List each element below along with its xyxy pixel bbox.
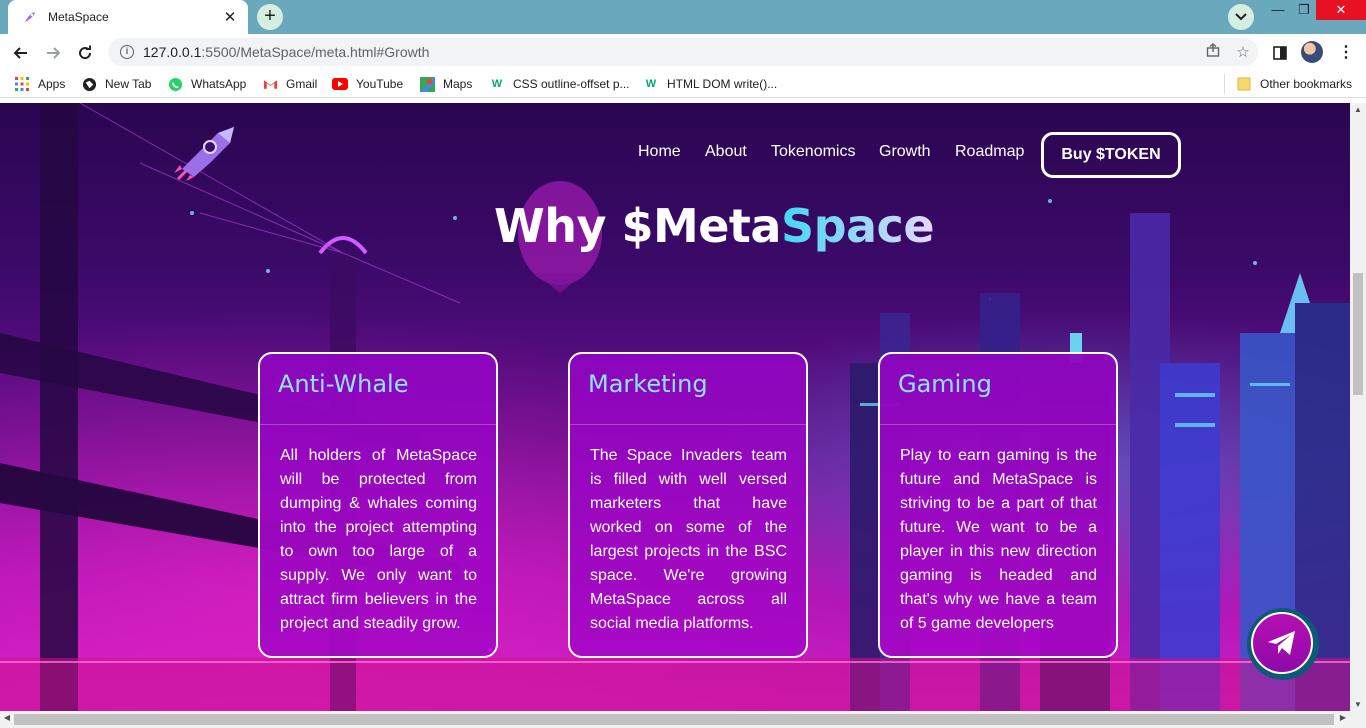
card-divider bbox=[880, 424, 1116, 425]
card-body: The Space Invaders team is filled with w… bbox=[590, 447, 787, 632]
browser-tab[interactable]: MetaSpace ✕ bbox=[8, 0, 248, 34]
bookmark-gmail[interactable]: Gmail bbox=[262, 75, 317, 93]
vertical-scrollbar[interactable]: ▲ ▼ bbox=[1350, 103, 1366, 711]
bookmark-star-icon[interactable]: ☆ bbox=[1228, 43, 1258, 61]
site-info-icon[interactable]: i bbox=[120, 45, 134, 59]
w3schools-icon: W bbox=[491, 78, 503, 90]
card-divider bbox=[260, 424, 496, 425]
nav-about[interactable]: About bbox=[705, 143, 747, 161]
bookmark-label: CSS outline-offset p... bbox=[513, 77, 630, 91]
bookmark-label: WhatsApp bbox=[191, 77, 247, 91]
card-title: Marketing bbox=[588, 370, 708, 398]
card-body: All holders of MetaSpace will be protect… bbox=[280, 447, 477, 632]
card-divider bbox=[570, 424, 806, 425]
bookmark-apps[interactable]: Apps bbox=[14, 75, 65, 93]
profile-avatar[interactable] bbox=[1301, 41, 1323, 63]
tab-search-chevron-icon[interactable] bbox=[1228, 4, 1254, 30]
card-title: Anti-Whale bbox=[278, 370, 409, 398]
bookmark-whatsapp[interactable]: WhatsApp bbox=[167, 75, 246, 93]
horizontal-scroll-thumb[interactable] bbox=[14, 714, 1334, 725]
apps-grid-icon bbox=[14, 76, 30, 92]
bookmark-separator bbox=[1224, 74, 1225, 94]
feature-card-marketing: Marketing The Space Invaders team is fil… bbox=[568, 352, 808, 658]
telegram-button[interactable] bbox=[1247, 608, 1319, 680]
bookmark-label: Apps bbox=[38, 77, 66, 91]
section-heading: Why $MetaSpace bbox=[493, 199, 935, 253]
maps-icon bbox=[419, 76, 435, 92]
nav-home[interactable]: Home bbox=[638, 143, 681, 161]
bookmark-youtube[interactable]: YouTube bbox=[332, 75, 403, 93]
scroll-left-arrow-icon[interactable]: ◀ bbox=[0, 713, 14, 722]
gmail-icon bbox=[262, 76, 278, 92]
bookmark-label: Maps bbox=[443, 77, 473, 91]
side-panel-icon[interactable] bbox=[1267, 40, 1293, 66]
close-window-icon[interactable]: ✕ bbox=[1316, 0, 1366, 20]
scroll-down-arrow-icon[interactable]: ▼ bbox=[1350, 700, 1366, 709]
tab-bar: MetaSpace ✕ + — ❐ ✕ bbox=[0, 0, 1366, 34]
feature-card-anti-whale: Anti-Whale All holders of MetaSpace will… bbox=[258, 352, 498, 658]
close-tab-icon[interactable]: ✕ bbox=[222, 8, 238, 26]
feature-card-gaming: Gaming Play to earn gaming is the future… bbox=[878, 352, 1118, 658]
scroll-right-arrow-icon[interactable]: ▶ bbox=[1336, 713, 1350, 722]
horizontal-scrollbar[interactable]: ◀ ▶ bbox=[0, 711, 1366, 728]
vertical-scroll-thumb[interactable] bbox=[1353, 273, 1363, 395]
bookmark-new-tab[interactable]: New Tab bbox=[81, 75, 151, 93]
browser-toolbar: i 127.0.0.1:5500/MetaSpace/meta.html#Gro… bbox=[0, 34, 1366, 70]
page-viewport: Home About Tokenomics Growth Roadmap Buy… bbox=[0, 103, 1350, 711]
folder-icon bbox=[1236, 76, 1252, 92]
telegram-icon bbox=[1251, 612, 1313, 674]
rocket-logo-icon[interactable] bbox=[172, 121, 238, 181]
youtube-icon bbox=[332, 76, 348, 92]
buy-token-button[interactable]: Buy $TOKEN bbox=[1041, 132, 1181, 178]
new-tab-button[interactable]: + bbox=[257, 4, 283, 30]
bookmark-maps[interactable]: Maps bbox=[419, 75, 472, 93]
tab-title: MetaSpace bbox=[48, 10, 109, 24]
back-arrow-icon[interactable] bbox=[8, 40, 34, 66]
whatsapp-icon bbox=[167, 76, 183, 92]
bookmark-label: New Tab bbox=[105, 77, 152, 91]
reload-icon[interactable] bbox=[72, 40, 98, 66]
scroll-up-arrow-icon[interactable]: ▲ bbox=[1350, 105, 1366, 114]
url-text: 127.0.0.1:5500/MetaSpace/meta.html#Growt… bbox=[143, 44, 430, 60]
nav-growth[interactable]: Growth bbox=[879, 143, 931, 161]
bookmark-label: HTML DOM write()... bbox=[667, 77, 778, 91]
globe-icon bbox=[81, 76, 97, 92]
bookmark-other[interactable]: Other bookmarks bbox=[1236, 75, 1352, 93]
rocket-favicon-icon bbox=[22, 9, 38, 25]
card-body: Play to earn gaming is the future and Me… bbox=[900, 447, 1097, 632]
bookmark-html-dom[interactable]: W HTML DOM write()... bbox=[643, 75, 777, 93]
nav-roadmap[interactable]: Roadmap bbox=[955, 143, 1024, 161]
more-menu-icon[interactable]: ⋮ bbox=[1333, 40, 1359, 66]
card-title: Gaming bbox=[898, 370, 992, 398]
bookmarks-bar: Apps New Tab WhatsApp Gmail YouTube Maps… bbox=[0, 70, 1366, 98]
w3schools-icon: W bbox=[645, 78, 657, 90]
address-bar[interactable]: i 127.0.0.1:5500/MetaSpace/meta.html#Gro… bbox=[108, 38, 1258, 66]
bookmark-label: Gmail bbox=[286, 77, 318, 91]
forward-arrow-icon[interactable] bbox=[40, 40, 66, 66]
bookmark-label: YouTube bbox=[356, 77, 404, 91]
bookmark-css-outline[interactable]: W CSS outline-offset p... bbox=[489, 75, 630, 93]
share-icon[interactable] bbox=[1198, 43, 1228, 61]
bookmark-label: Other bookmarks bbox=[1260, 77, 1353, 91]
nav-tokenomics[interactable]: Tokenomics bbox=[771, 143, 855, 161]
